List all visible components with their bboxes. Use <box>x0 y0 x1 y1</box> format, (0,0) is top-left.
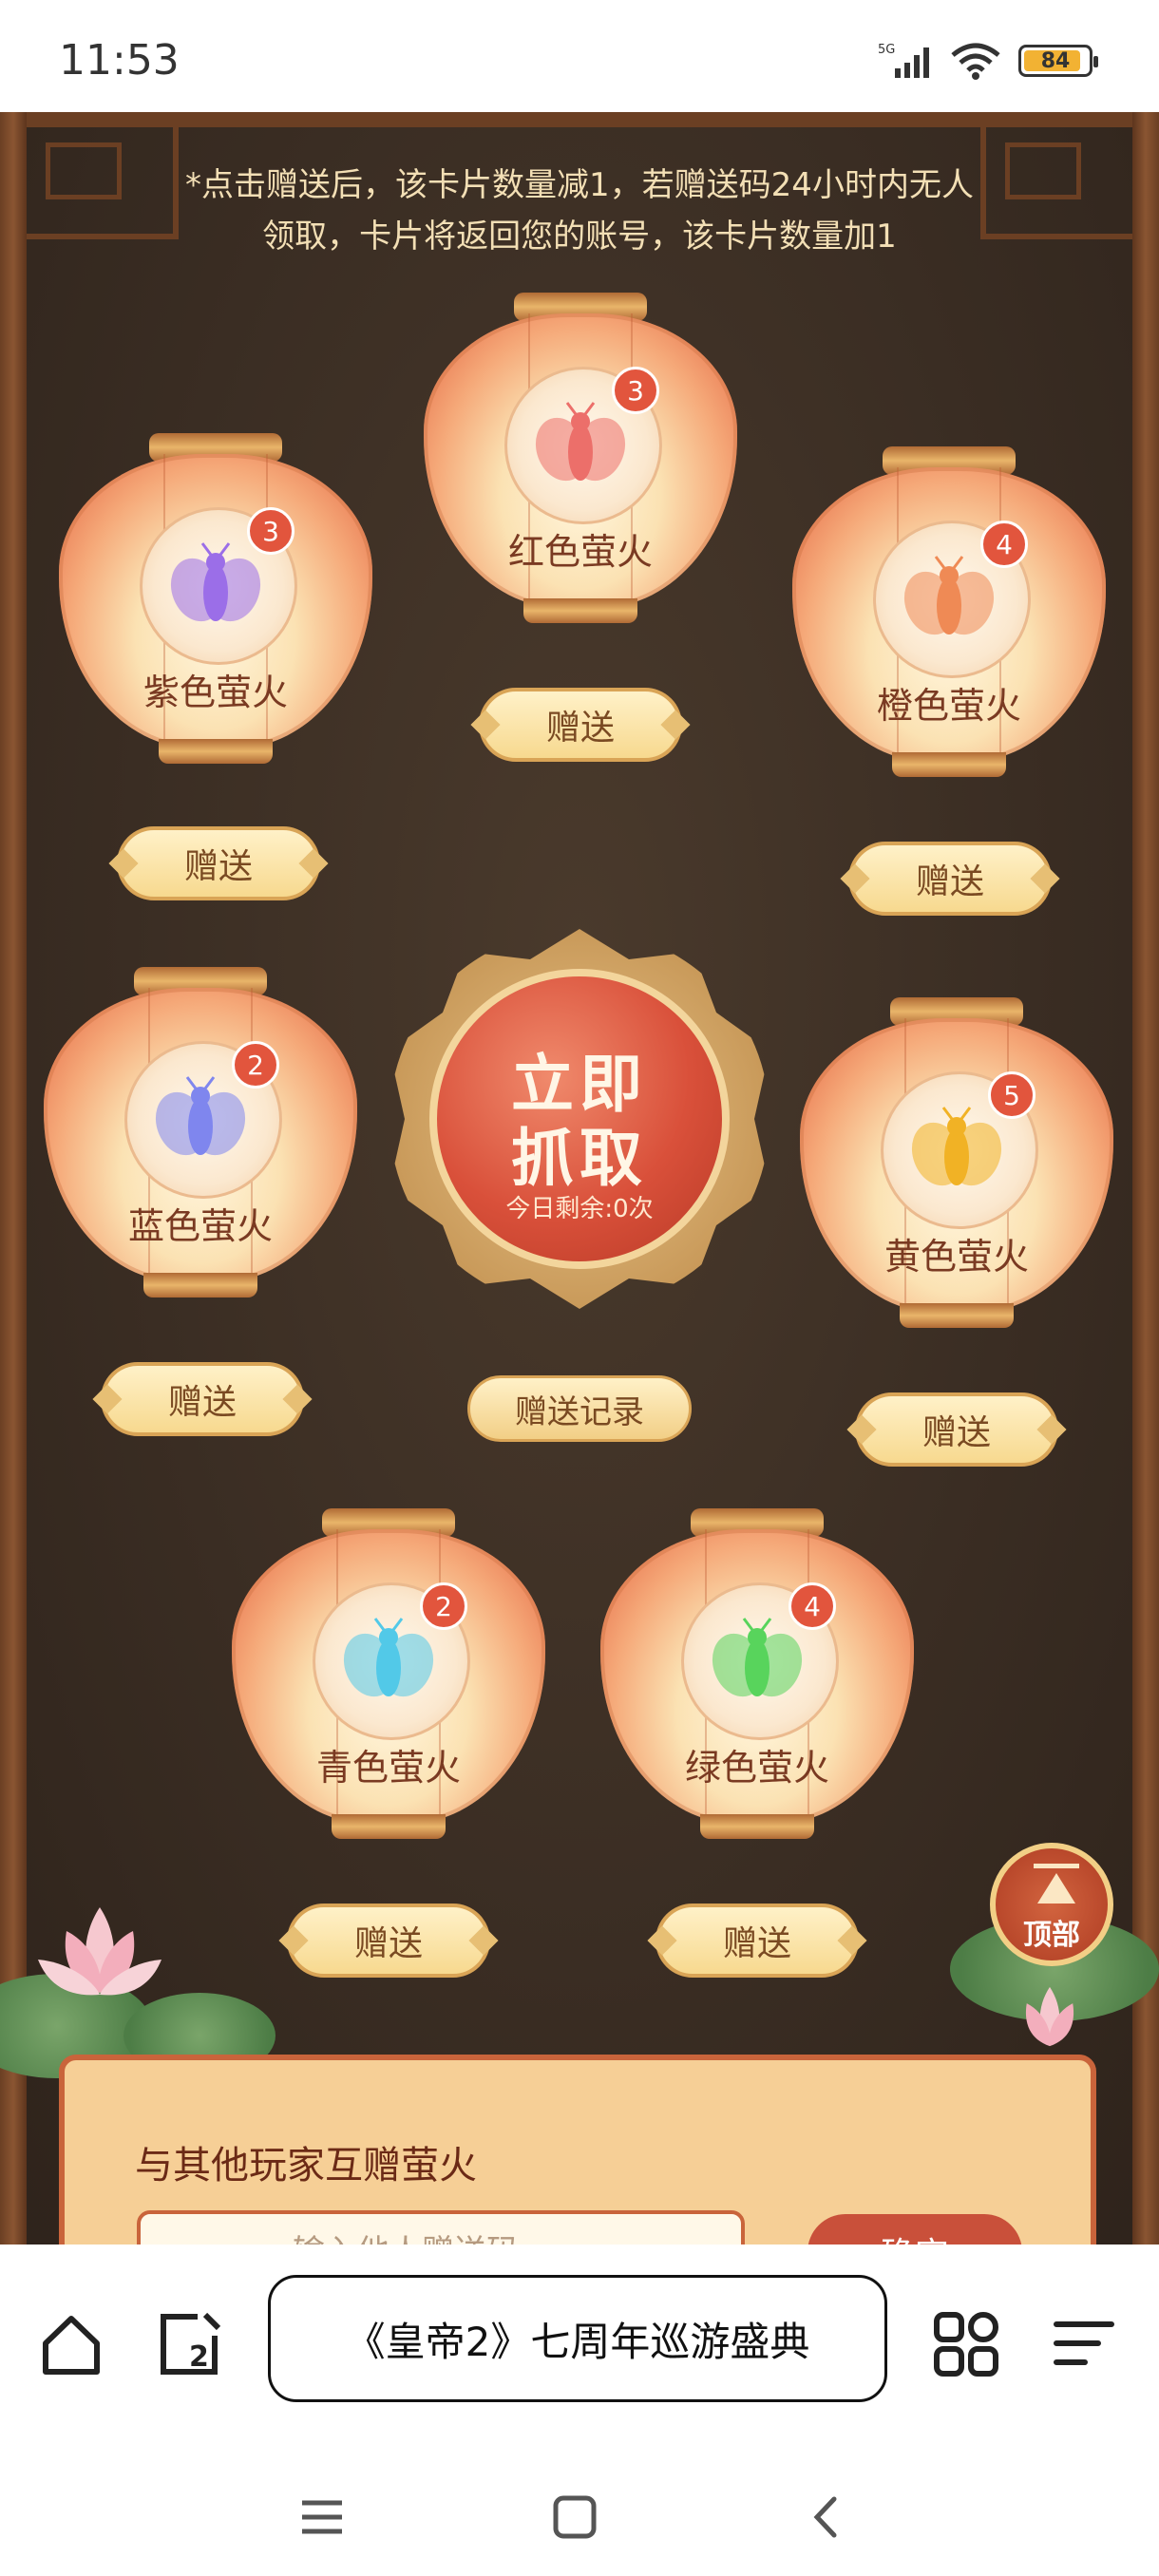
grab-button[interactable]: 立即 抓取 今日剩余:0次 <box>390 929 770 1318</box>
event-page[interactable]: *点击赠送后，该卡片数量减1，若赠送码24小时内无人 领取，卡片将返回您的账号，… <box>0 112 1159 2245</box>
recents-menu-icon[interactable] <box>298 2493 346 2541</box>
svg-text:5G: 5G <box>878 43 895 57</box>
exchange-title: 与其他玩家互赠萤火 <box>135 2144 477 2188</box>
firefly-icon <box>903 556 995 635</box>
tabs-icon[interactable]: 2 <box>156 2311 222 2377</box>
firefly-icon <box>712 1618 803 1697</box>
gift-button-red[interactable]: 赠送 <box>479 688 682 762</box>
gift-button-purple[interactable]: 赠送 <box>117 826 320 900</box>
lantern-label: 红色萤火 <box>507 531 653 573</box>
frame-right <box>1132 112 1159 2245</box>
home-icon[interactable] <box>38 2311 104 2377</box>
svg-text:2: 2 <box>189 2340 209 2374</box>
count-badge: 5 <box>988 1071 1036 1119</box>
back-to-top-label: 顶部 <box>1023 1919 1080 1952</box>
gift-button-green[interactable]: 赠送 <box>656 1904 859 1978</box>
status-icons: 5G 84 <box>878 42 1098 80</box>
gift-notice: *点击赠送后，该卡片数量减1，若赠送码24小时内无人 领取，卡片将返回您的账号，… <box>0 160 1159 262</box>
clock: 11:53 <box>59 36 180 85</box>
signal-icon: 5G <box>878 43 929 78</box>
battery-icon: 84 <box>1018 45 1098 77</box>
firefly-icon <box>911 1107 1002 1186</box>
lotus-flower-right-icon <box>1025 1986 1074 2047</box>
address-bar-title[interactable]: 《皇帝2》七周年巡游盛典 <box>268 2275 887 2402</box>
lantern-label: 黄色萤火 <box>884 1236 1029 1278</box>
system-nav-bar <box>0 2463 1159 2576</box>
firefly-icon <box>170 542 261 622</box>
notice-line-2: 领取，卡片将返回您的账号，该卡片数量加1 <box>262 218 897 256</box>
gift-code-input[interactable]: 输入他人赠送码 <box>137 2210 745 2245</box>
browser-toolbar: 2 《皇帝2》七周年巡游盛典 <box>0 2245 1159 2576</box>
menu-icon[interactable] <box>1051 2311 1117 2377</box>
grab-title-2: 抓取 <box>511 1121 648 1195</box>
lantern-label: 青色萤火 <box>315 1747 461 1789</box>
gift-button-orange[interactable]: 赠送 <box>848 842 1052 916</box>
back-icon[interactable] <box>804 2493 851 2541</box>
firefly-icon <box>343 1618 434 1697</box>
count-badge: 4 <box>788 1582 836 1630</box>
count-badge: 3 <box>612 367 659 414</box>
lantern-label: 紫色萤火 <box>142 672 288 713</box>
firefly-icon <box>155 1076 246 1156</box>
count-badge: 2 <box>420 1582 467 1630</box>
gift-button-blue[interactable]: 赠送 <box>101 1362 304 1436</box>
notice-line-1: *点击赠送后，该卡片数量减1，若赠送码24小时内无人 <box>185 166 974 204</box>
arrow-up-icon <box>1034 1864 1079 1868</box>
frame-left <box>0 112 27 2245</box>
lantern-label: 绿色萤火 <box>684 1747 829 1789</box>
confirm-button[interactable]: 确定 <box>808 2214 1022 2245</box>
gift-button-yellow[interactable]: 赠送 <box>855 1392 1058 1467</box>
wifi-icon <box>951 43 1000 80</box>
gift-button-cyan[interactable]: 赠送 <box>287 1904 490 1978</box>
count-badge: 2 <box>232 1041 279 1089</box>
status-bar: 11:53 5G 84 <box>0 0 1159 112</box>
firefly-icon <box>535 402 626 482</box>
remaining-count: 今日剩余:0次 <box>505 1195 654 1223</box>
count-badge: 3 <box>247 507 294 555</box>
exchange-panel: 与其他玩家互赠萤火 输入他人赠送码 确定 <box>59 2055 1096 2245</box>
gift-record-button[interactable]: 赠送记录 <box>467 1375 692 1442</box>
back-to-top-button[interactable]: 顶部 <box>990 1843 1113 1966</box>
lantern-label: 橙色萤火 <box>876 685 1021 727</box>
lotus-flower-icon <box>38 1907 162 1996</box>
grid-menu-icon[interactable] <box>933 2311 999 2377</box>
home-square-icon[interactable] <box>551 2493 598 2541</box>
lantern-label: 蓝色萤火 <box>127 1205 273 1247</box>
count-badge: 4 <box>980 521 1028 568</box>
